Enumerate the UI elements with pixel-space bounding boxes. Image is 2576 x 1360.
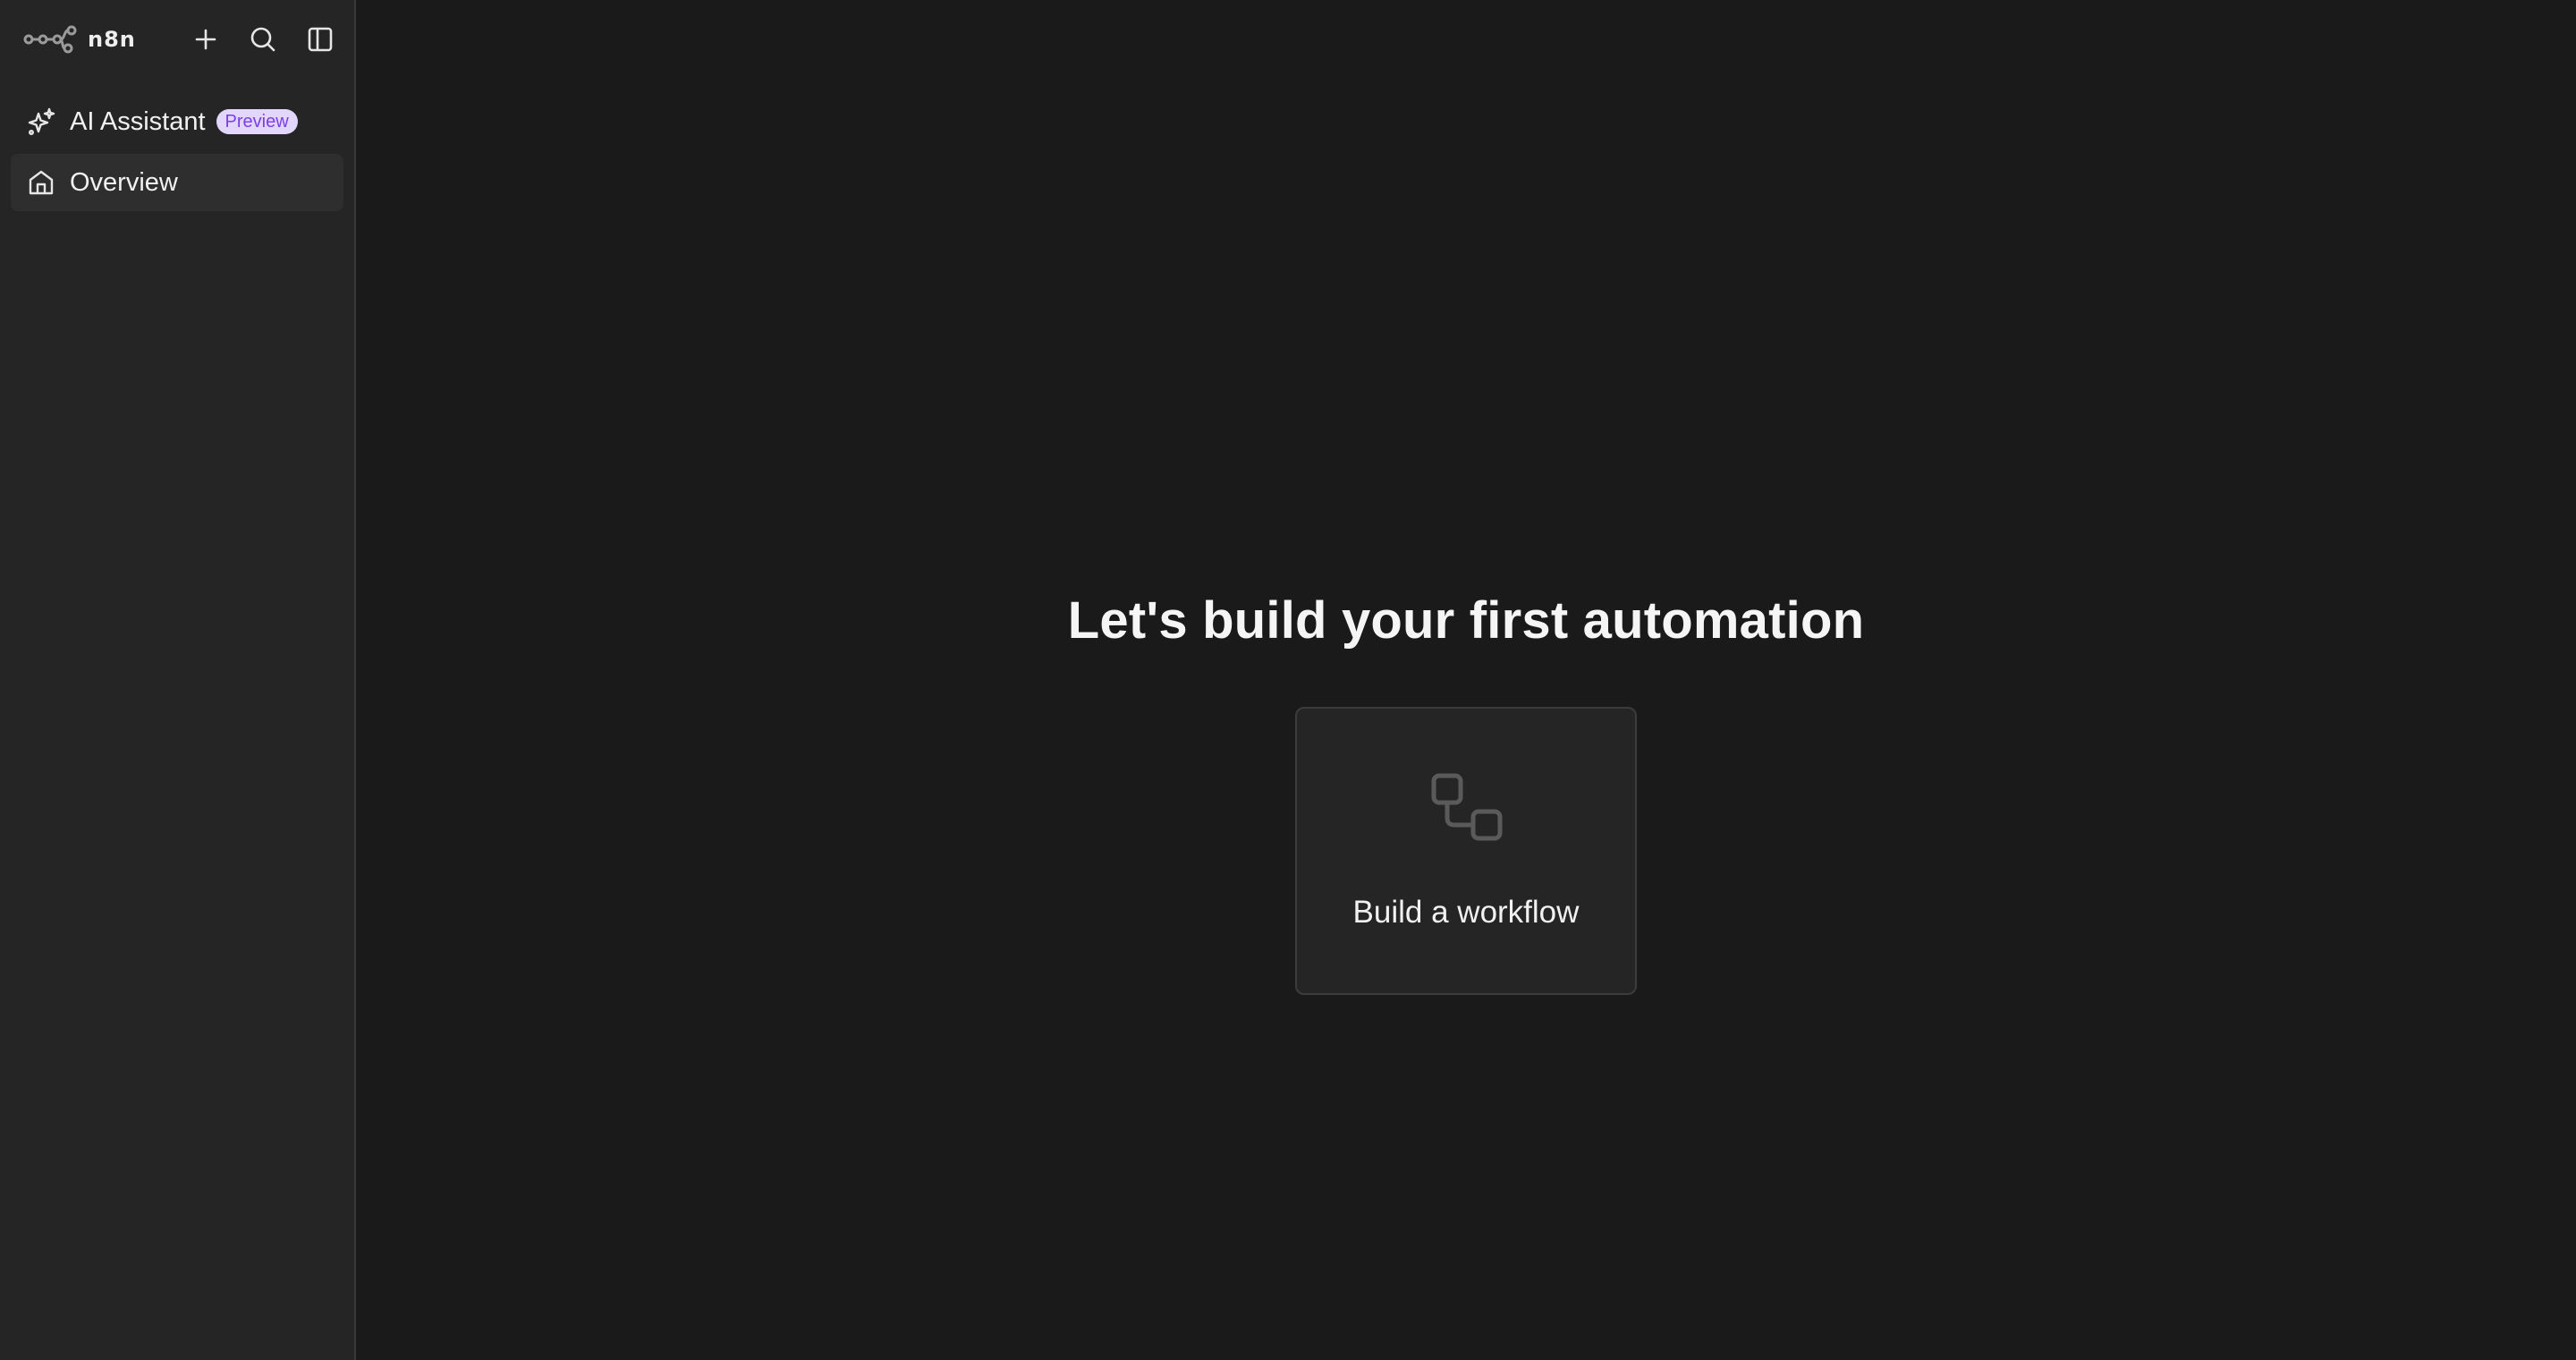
- n8n-logo-icon: [23, 25, 79, 54]
- plus-icon: [193, 27, 218, 52]
- sidebar-nav: AI Assistant Preview Overview: [0, 93, 354, 211]
- preview-badge: Preview: [216, 109, 298, 134]
- workflow-icon: [1429, 771, 1504, 846]
- page-title: Let's build your first automation: [1067, 591, 1865, 650]
- sidebar-item-ai-assistant[interactable]: AI Assistant Preview: [11, 93, 343, 150]
- sidebar-item-label: AI Assistant: [70, 106, 206, 136]
- sidebar-header-actions: [186, 20, 340, 59]
- sidebar-toggle-icon: [307, 26, 334, 53]
- sparkles-icon: [25, 106, 57, 138]
- sidebar-item-overview[interactable]: Overview: [11, 154, 343, 211]
- add-button[interactable]: [186, 20, 225, 59]
- search-button[interactable]: [243, 20, 283, 59]
- sidebar: n8n AI Assistant Preview Overview: [0, 0, 356, 1360]
- sidebar-header: n8n: [0, 0, 354, 79]
- sidebar-item-label: Overview: [70, 167, 178, 197]
- sidebar-toggle-button[interactable]: [301, 20, 340, 59]
- build-workflow-label: Build a workflow: [1352, 895, 1580, 930]
- brand-name: n8n: [88, 27, 136, 52]
- search-icon: [250, 26, 276, 53]
- home-icon: [25, 166, 57, 199]
- app-window: n8n AI Assistant Preview Overview Let's …: [0, 0, 2576, 1360]
- brand-logo[interactable]: n8n: [23, 25, 136, 54]
- build-workflow-card[interactable]: Build a workflow: [1295, 707, 1637, 995]
- main-content: Let's build your first automation Build …: [356, 0, 2576, 1360]
